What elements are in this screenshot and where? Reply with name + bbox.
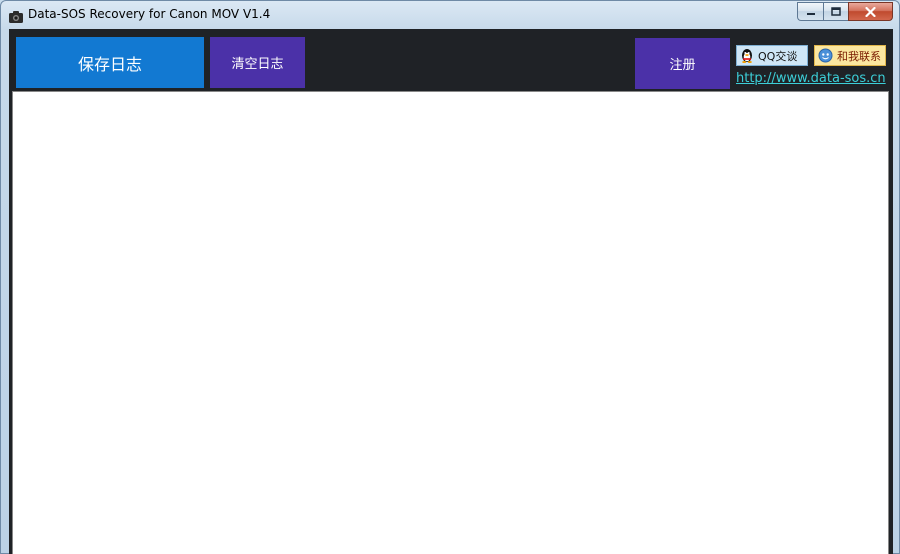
maximize-icon: [831, 7, 841, 16]
qq-penguin-icon: [742, 49, 752, 63]
minimize-icon: [806, 12, 815, 15]
qq-chat-button[interactable]: QQ交谈: [736, 45, 808, 66]
app-window: Data-SOS Recovery for Canon MOV V1.4 保存日…: [0, 0, 900, 554]
close-icon: [865, 6, 876, 17]
register-button[interactable]: 注册: [635, 38, 730, 89]
close-button[interactable]: [848, 2, 893, 21]
maximize-button[interactable]: [823, 2, 848, 21]
contact-globe-icon: [818, 48, 833, 63]
contact-me-label: 和我联系: [837, 49, 881, 63]
camera-icon: [9, 8, 23, 23]
window-title: Data-SOS Recovery for Canon MOV V1.4: [28, 7, 271, 21]
minimize-button[interactable]: [797, 2, 823, 21]
clear-log-button[interactable]: 清空日志: [210, 37, 305, 88]
log-textarea[interactable]: [12, 91, 889, 554]
website-link[interactable]: http://www.data-sos.cn: [736, 71, 886, 86]
save-log-button[interactable]: 保存日志: [16, 37, 204, 88]
qq-chat-label: QQ交谈: [758, 49, 798, 63]
contact-me-button[interactable]: 和我联系: [814, 45, 886, 66]
client-area: 保存日志 清空日志 注册 QQ交谈 和我联系 http://www.data-s…: [9, 29, 893, 554]
window-controls: [797, 2, 893, 21]
title-bar[interactable]: Data-SOS Recovery for Canon MOV V1.4: [1, 1, 899, 29]
